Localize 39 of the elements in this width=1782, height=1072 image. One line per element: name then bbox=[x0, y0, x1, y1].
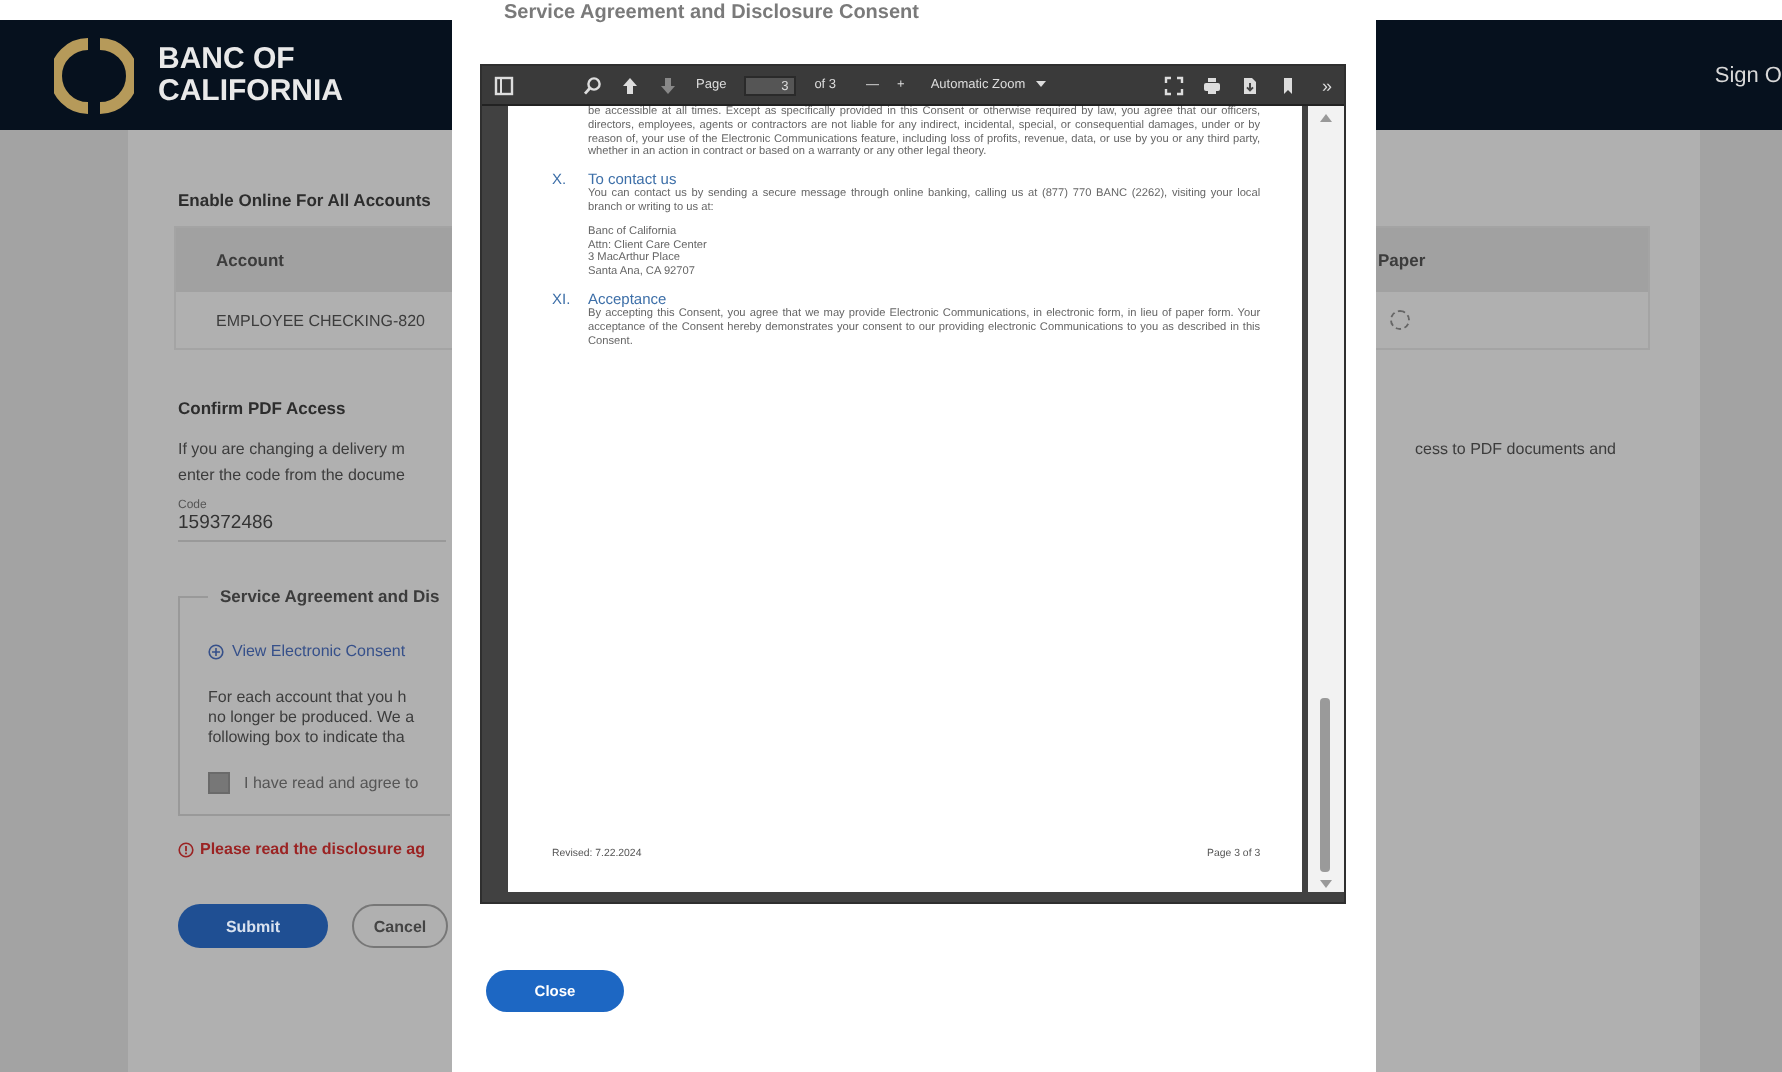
scrollbar[interactable] bbox=[1308, 106, 1344, 892]
down-arrow-icon[interactable] bbox=[658, 75, 678, 95]
error-message: Please read the disclosure ag bbox=[200, 840, 425, 858]
modal-title: Service Agreement and Disclosure Consent bbox=[504, 2, 921, 26]
column-header: Paper bbox=[1378, 250, 1426, 270]
fieldset-legend: Service Agreement and Dis bbox=[208, 586, 452, 606]
view-consent-link[interactable]: View Electronic Consent bbox=[208, 642, 406, 660]
submit-button[interactable]: Submit bbox=[178, 904, 328, 948]
section-title: Confirm PDF Access bbox=[178, 398, 346, 418]
error-icon bbox=[178, 841, 194, 857]
agreement-text: For each account that you h bbox=[208, 687, 409, 707]
caret-icon bbox=[1035, 78, 1046, 90]
scroll-up-icon[interactable] bbox=[1320, 114, 1333, 122]
print-icon[interactable] bbox=[1201, 75, 1222, 95]
instruction-text: If you are changing a delivery m bbox=[178, 438, 407, 462]
cancel-button[interactable]: Cancel bbox=[352, 904, 448, 948]
agreement-text: following box to indicate tha bbox=[208, 727, 407, 747]
bank-logo-text: BANC OF CALIFORNIA bbox=[158, 43, 343, 107]
account-cell: EMPLOYEE CHECKING-820 bbox=[216, 311, 425, 329]
agree-checkbox[interactable] bbox=[208, 771, 230, 793]
more-tools-button[interactable]: » bbox=[1321, 75, 1332, 95]
paper-radio[interactable] bbox=[1390, 310, 1410, 330]
fullscreen-icon[interactable] bbox=[1163, 75, 1184, 95]
up-arrow-icon[interactable] bbox=[620, 75, 640, 95]
sign-out-link[interactable]: Sign O bbox=[1714, 63, 1782, 87]
search-icon[interactable] bbox=[582, 75, 602, 95]
scroll-down-icon[interactable] bbox=[1320, 880, 1333, 888]
sidebar-toggle-icon[interactable] bbox=[494, 75, 514, 95]
plus-circle-icon bbox=[208, 643, 224, 659]
agreement-text: no longer be produced. We a bbox=[208, 707, 417, 727]
section-title: Enable Online For All Accounts bbox=[178, 190, 431, 210]
instruction-text: enter the code from the docume bbox=[178, 464, 407, 488]
scrollbar-thumb[interactable] bbox=[1320, 698, 1331, 872]
field-value: 159372486 bbox=[178, 512, 276, 534]
logo-ring-icon bbox=[54, 35, 134, 115]
checkbox-label: I have read and agree to bbox=[244, 773, 419, 791]
download-icon[interactable] bbox=[1239, 75, 1260, 95]
column-header: Account bbox=[216, 250, 284, 270]
instruction-text: cess to PDF documents and bbox=[1415, 438, 1616, 462]
